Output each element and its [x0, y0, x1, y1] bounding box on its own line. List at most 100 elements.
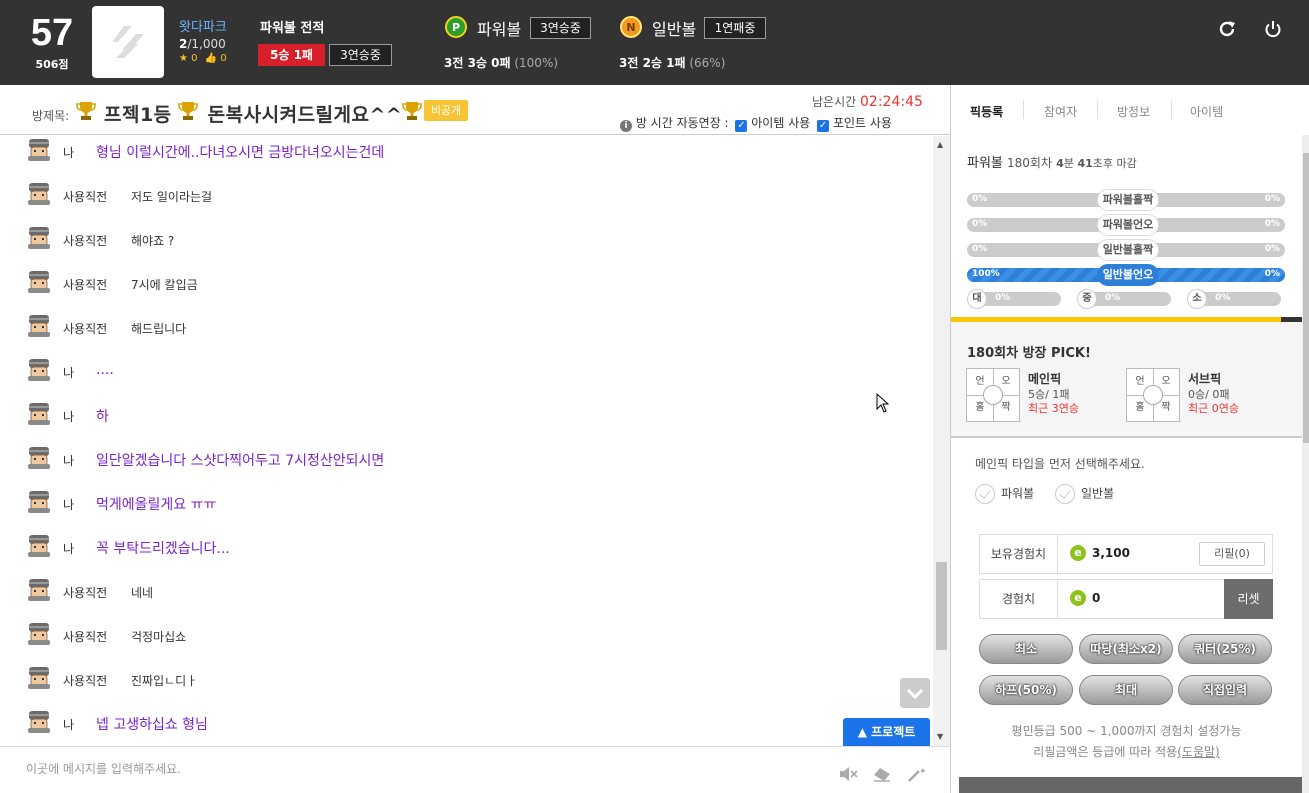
auto-extend-label: 방 시간 자동연장 :	[635, 116, 729, 130]
chat-nick[interactable]: 나	[63, 452, 74, 469]
user-avatar-icon	[28, 403, 50, 425]
chat-nick[interactable]: 사용직전	[63, 628, 107, 645]
type-radio-normalball[interactable]: 일반볼	[1055, 484, 1114, 504]
chat-message: 사용직전 네네	[26, 578, 906, 604]
check-circle-icon[interactable]	[975, 484, 995, 504]
size-bar-label: 중	[1077, 289, 1097, 309]
refill-note-text: 리필금액은 등급에 따라 적용	[1033, 745, 1178, 759]
chat-message: 사용직전 저도 일이라는걸	[26, 182, 906, 208]
chat-nick[interactable]: 사용직전	[63, 672, 107, 689]
size-bar-medium: 중 0%	[1077, 289, 1171, 309]
normalball-coin-icon: N	[620, 16, 642, 38]
bet-exp-label: 경험치	[980, 580, 1058, 618]
type-radio-label[interactable]: 일반볼	[1081, 487, 1114, 501]
tab-participants[interactable]: 참여자	[1044, 103, 1077, 120]
top-bar: 57 506점 왓다파크 2/1,000 ★ 0 👍 0 파워볼 전적 5승 1…	[0, 0, 1309, 85]
help-link[interactable]: (도움말)	[1177, 745, 1219, 759]
bet-remaining-sec: 41	[1077, 157, 1093, 170]
double-min-button[interactable]: 따당(최소x2)	[1079, 634, 1173, 664]
info-icon[interactable]: i	[620, 120, 632, 132]
submit-bar[interactable]	[959, 777, 1302, 793]
check-circle-icon[interactable]	[1055, 484, 1075, 504]
profile-image[interactable]	[92, 6, 164, 78]
chat-message: 나 먹게에올릴게요 ㅠㅠ	[26, 490, 906, 516]
level-number: 57	[30, 12, 74, 54]
chat-nick[interactable]: 사용직전	[63, 276, 107, 293]
magic-wand-icon[interactable]: ✦	[906, 766, 926, 782]
refill-note: 리필금액은 등급에 따라 적용(도움말)	[951, 743, 1302, 760]
thumbs-up-icon: 👍	[204, 53, 218, 64]
scroll-up-arrow-icon[interactable]: ▲	[937, 140, 943, 149]
bet-round: 180회차	[1007, 156, 1053, 170]
tab-divider	[1023, 101, 1024, 119]
max-button[interactable]: 최대	[1079, 675, 1173, 705]
bet-ratio-right: 0%	[1264, 219, 1280, 229]
scroll-to-bottom-button[interactable]	[900, 678, 930, 708]
direct-input-button[interactable]: 직접입력	[1178, 675, 1272, 705]
chat-message: 사용직전 7시에 칼입금	[26, 270, 906, 296]
item-use-checkbox[interactable]: ✓	[735, 120, 748, 132]
min-amount-button[interactable]: 최소	[979, 634, 1073, 664]
chat-message: 사용직전 걱정마십쇼	[26, 622, 906, 648]
reset-button[interactable]: 리셋	[1224, 579, 1273, 619]
chat-nick[interactable]: 사용직전	[63, 320, 107, 337]
record-streak: 3연승중	[329, 44, 392, 66]
bet-exp-value[interactable]: 0	[1092, 591, 1100, 605]
user-level: 57 506점	[14, 10, 90, 72]
chat-nick[interactable]: 나	[63, 408, 74, 425]
exp-coin-icon: e	[1070, 590, 1086, 606]
chat-nick[interactable]: 나	[63, 540, 74, 557]
type-radio-powerball[interactable]: 파워볼	[975, 484, 1034, 504]
panel-scrollbar[interactable]	[1302, 135, 1309, 793]
user-points: 506점	[35, 58, 69, 71]
point-use-checkbox[interactable]: ✓	[817, 120, 830, 132]
chat-message: 나 형님 이럴시간에..다녀오시면 금방다녀오시는건데	[26, 138, 906, 164]
caret-up-icon: ▲	[857, 725, 867, 739]
bet-remaining: 4분 41초후 마감	[1056, 157, 1137, 170]
chat-nick[interactable]: 나	[63, 496, 74, 513]
mute-icon[interactable]	[838, 766, 858, 782]
chat-message-input[interactable]	[26, 762, 786, 776]
chat-nick[interactable]: 나	[63, 364, 74, 381]
chat-nick[interactable]: 나	[63, 144, 74, 161]
chat-nick[interactable]: 사용직전	[63, 232, 107, 249]
size-bar-pct: 0%	[1215, 293, 1231, 303]
panel-scroll-thumb[interactable]	[1303, 153, 1309, 443]
bet-remaining-sec-unit: 초후 마감	[1092, 157, 1137, 170]
type-radio-label[interactable]: 파워볼	[1001, 487, 1034, 501]
chat-nick[interactable]: 사용직전	[63, 584, 107, 601]
bet-ratio-left: 100%	[972, 269, 1000, 279]
tab-items[interactable]: 아이템	[1190, 103, 1223, 120]
half-button[interactable]: 하프(50%)	[979, 675, 1073, 705]
project-button[interactable]: ▲ 프로젝트	[843, 718, 930, 746]
quarter-button[interactable]: 쿼터(25%)	[1178, 634, 1272, 664]
refresh-icon[interactable]	[1216, 18, 1238, 40]
tab-room-info[interactable]: 방정보	[1117, 103, 1150, 120]
record-win-loss: 5승 1패	[258, 44, 325, 66]
right-panel: 픽등록 참여자 방정보 아이템 파워볼 180회차 4분 41초후 마감 0% 0…	[950, 85, 1309, 793]
refill-button[interactable]: 리필(0)	[1199, 542, 1265, 566]
bet-ratio-tag: 일반볼홀짝	[1097, 239, 1159, 261]
user-name[interactable]: 왓다파크	[179, 16, 227, 35]
star-icon: ★	[179, 53, 188, 64]
powerball-coin-icon: P	[445, 16, 467, 38]
chat-nick[interactable]: 나	[63, 716, 74, 733]
chat-scroll-thumb[interactable]	[936, 562, 947, 650]
point-use-label[interactable]: 포인트 사용	[833, 116, 892, 130]
bet-remaining-min: 4	[1056, 157, 1064, 170]
chat-scrollbar[interactable]: ▲ ▼	[933, 136, 950, 746]
chat-nick[interactable]: 사용직전	[63, 188, 107, 205]
chat-log[interactable]: 나 형님 이럴시간에..다녀오시면 금방다녀오시는건데 사용직전 저도 일이라는걸 사용…	[0, 136, 933, 746]
tab-pick-register[interactable]: 픽등록	[970, 103, 1003, 120]
eraser-icon[interactable]	[872, 766, 892, 782]
record-title: 파워볼 전적	[260, 21, 325, 36]
chat-text: 네네	[131, 586, 154, 600]
scroll-down-arrow-icon[interactable]: ▼	[937, 732, 943, 741]
chat-text: 7시에 칼입금	[131, 278, 198, 292]
user-avatar-icon	[28, 447, 50, 469]
bet-ratio-bar: 100% 0% 일반볼언오	[967, 264, 1285, 286]
bet-ratio-tag: 파워볼홀짝	[1097, 189, 1159, 211]
item-use-label[interactable]: 아이템 사용	[751, 116, 810, 130]
normalball-record-pct: (66%)	[689, 56, 726, 70]
power-icon[interactable]	[1262, 18, 1284, 40]
